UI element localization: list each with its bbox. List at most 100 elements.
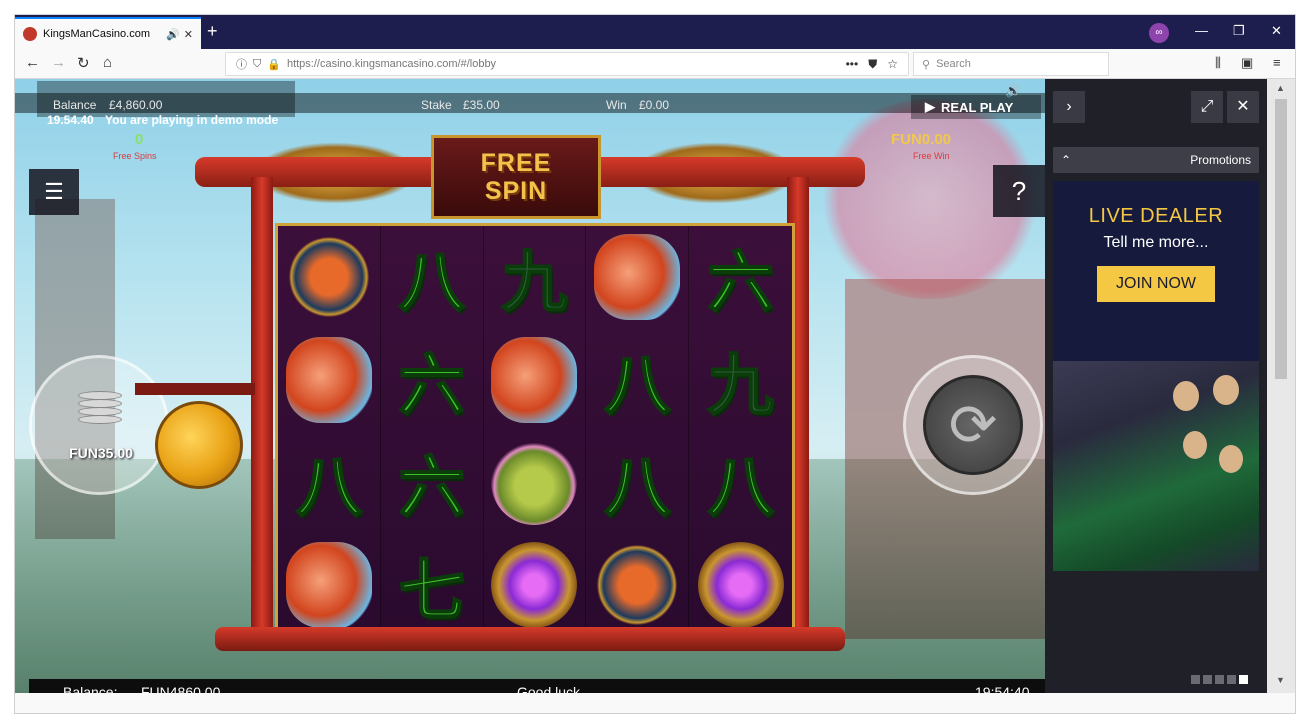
koi-fish-symbol-icon: [491, 336, 578, 423]
bookmark-star-icon[interactable]: ☆: [887, 57, 898, 71]
tab-bar: KingsManCasino.com 🔊 ✕ + ∞ — ❐ ✕: [15, 15, 1295, 49]
chinese-numeral-symbol: 八: [603, 447, 671, 527]
chinese-numeral-symbol: 八: [707, 447, 775, 527]
reel-cell: [484, 328, 587, 431]
slot-cabinet: FREE SPIN 八九六六八九八六八八七: [195, 117, 865, 657]
pocket-icon[interactable]: ⛊: [868, 57, 877, 72]
private-mask-icon: ∞: [1149, 23, 1169, 43]
promotions-header[interactable]: ⌃ Promotions: [1053, 147, 1259, 173]
game-menu-button[interactable]: ☰: [29, 169, 79, 215]
reload-icon[interactable]: ↻: [77, 54, 90, 72]
promotions-panel: › ⤢ ✕ ⌃ Promotions LIVE DEALER Tell me m…: [1045, 79, 1267, 693]
browser-window: KingsManCasino.com 🔊 ✕ + ∞ — ❐ ✕ ← → ↻ ⌂…: [14, 14, 1296, 714]
carousel-dot[interactable]: [1227, 675, 1236, 684]
chinese-numeral-symbol: 八: [603, 345, 671, 425]
window-close-icon[interactable]: ✕: [1271, 23, 1282, 39]
real-play-button[interactable]: ▶ REAL PLAY: [911, 95, 1041, 119]
url-text[interactable]: https://casino.kingsmancasino.com/#/lobb…: [287, 58, 846, 70]
carousel-dots[interactable]: [1191, 675, 1248, 684]
reel-cell: 八: [586, 431, 690, 534]
carousel-dot[interactable]: [1191, 675, 1200, 684]
lock-icon: 🔒: [267, 58, 281, 71]
person-icon: [1183, 431, 1207, 459]
win-value: £0.00: [639, 98, 670, 112]
collapse-panel-button[interactable]: ›: [1053, 91, 1085, 123]
reel-cell: 六: [381, 431, 484, 534]
scroll-up-icon[interactable]: ▲: [1276, 83, 1285, 93]
back-icon[interactable]: ←: [25, 54, 40, 71]
search-input[interactable]: Search: [936, 58, 971, 70]
reel-cell: [278, 226, 381, 329]
more-icon[interactable]: •••: [846, 57, 859, 71]
sidebar-icon[interactable]: ▣: [1241, 55, 1253, 71]
menu-icon[interactable]: ≡: [1273, 55, 1281, 70]
spin-button[interactable]: ⟳: [923, 375, 1023, 475]
chinese-numeral-symbol: 九: [500, 242, 568, 322]
reel-cell: [278, 328, 381, 431]
tab-close-icon[interactable]: ✕: [184, 28, 193, 41]
coin-stack-icon: [78, 391, 122, 427]
reel-cell: [278, 533, 381, 636]
carousel-dot[interactable]: [1239, 675, 1248, 684]
status-bar: Balance: FUN4860.00 Good luck 19:54:40: [29, 679, 1045, 693]
help-button[interactable]: ?: [993, 165, 1045, 217]
status-balance-value: FUN4860.00: [141, 684, 221, 693]
free-win-value: FUN0.00: [891, 131, 952, 148]
reel-cell: 六: [689, 226, 792, 329]
game-title: FREE SPIN: [431, 135, 601, 219]
reel-cell: [586, 226, 690, 329]
balance-label: Balance: [53, 98, 97, 112]
carousel-dot[interactable]: [1203, 675, 1212, 684]
join-now-button[interactable]: JOIN NOW: [1097, 266, 1215, 302]
tab-kingsmancasino[interactable]: KingsManCasino.com 🔊 ✕: [15, 17, 201, 49]
gong-icon[interactable]: [155, 401, 243, 489]
fullscreen-button[interactable]: ⤢: [1191, 91, 1223, 123]
status-balance-label: Balance:: [63, 684, 118, 693]
banner-title: LIVE DEALER: [1088, 205, 1224, 227]
page-scrollbar[interactable]: ▲ ▼: [1267, 79, 1295, 693]
balance-value: £4,860.00: [109, 98, 163, 112]
slot-game-area[interactable]: Balance £4,860.00 Stake £35.00 Win £0.00…: [15, 79, 1045, 693]
shield-icon[interactable]: ⛉: [253, 58, 261, 71]
volume-icon[interactable]: 🔊: [1005, 83, 1021, 99]
chevron-right-icon: ›: [1066, 98, 1072, 115]
person-icon: [1173, 381, 1199, 411]
reel-cell: [586, 533, 690, 636]
scrollbar-thumb[interactable]: [1275, 99, 1287, 379]
cabinet-base: [215, 627, 845, 651]
navigation-bar: ← → ↻ ⌂ ⓘ ⛉ 🔒 https://casino.kingsmancas…: [15, 49, 1295, 79]
tab-sound-icon[interactable]: 🔊: [166, 28, 180, 41]
monkey-symbol-icon: [594, 541, 681, 628]
status-message: Good luck: [517, 684, 581, 693]
restore-icon[interactable]: ❐: [1233, 23, 1245, 39]
reel-cell: 六: [381, 328, 484, 431]
info-icon[interactable]: ⓘ: [236, 56, 247, 72]
reel-cell: 八: [381, 226, 484, 329]
home-icon[interactable]: ⌂: [103, 54, 112, 71]
scroll-down-icon[interactable]: ▼: [1276, 675, 1285, 685]
carousel-dot[interactable]: [1215, 675, 1224, 684]
real-play-label: REAL PLAY: [941, 99, 1014, 115]
new-tab-icon[interactable]: +: [207, 21, 218, 42]
chinese-numeral-symbol: 九: [707, 345, 775, 425]
search-bar[interactable]: ⚲ Search: [913, 52, 1109, 76]
free-spins-label: Free Spins: [113, 151, 157, 161]
dragon-orb-symbol-icon: [491, 541, 578, 628]
chinese-numeral-symbol: 六: [398, 447, 466, 527]
title-line-2: SPIN: [484, 177, 548, 205]
reel-cell: [484, 533, 587, 636]
hamburger-icon: ☰: [44, 179, 64, 204]
live-dealer-banner[interactable]: LIVE DEALER Tell me more... JOIN NOW: [1053, 181, 1259, 361]
reel-cell: [689, 534, 792, 637]
url-bar[interactable]: ⓘ ⛉ 🔒 https://casino.kingsmancasino.com/…: [225, 52, 909, 76]
stake-value: £35.00: [463, 98, 500, 112]
status-time: 19:54:40: [975, 684, 1030, 693]
minimize-icon[interactable]: —: [1195, 23, 1208, 38]
search-icon: ⚲: [922, 58, 931, 71]
reel-cell: 八: [586, 328, 690, 431]
close-game-button[interactable]: ✕: [1227, 91, 1259, 123]
reel-cell: 七: [381, 533, 484, 636]
reel-cell: [484, 431, 587, 534]
forward-icon[interactable]: →: [51, 54, 66, 71]
library-icon[interactable]: ⫼: [1215, 55, 1221, 71]
